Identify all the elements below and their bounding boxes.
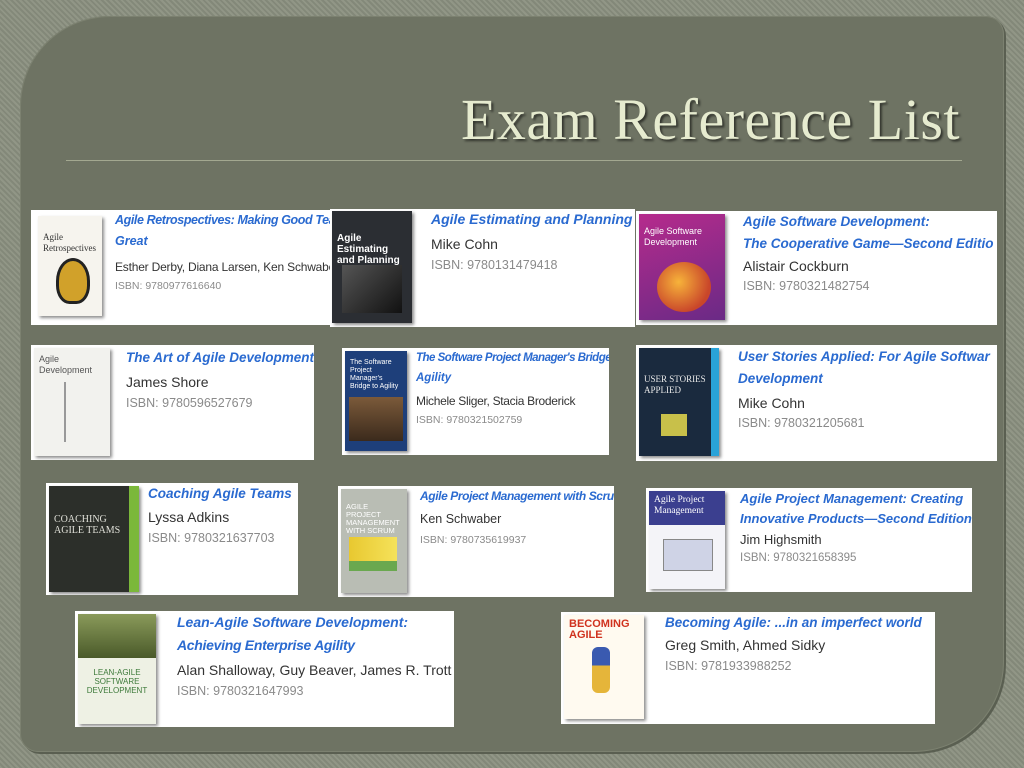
title-divider xyxy=(66,160,962,161)
book-card: LEAN-AGILE SOFTWARE DEVELOPMENT Lean-Agi… xyxy=(75,611,454,727)
book-cover-image: LEAN-AGILE SOFTWARE DEVELOPMENT xyxy=(78,614,156,724)
book-isbn: ISBN: 9780321205681 xyxy=(738,416,865,430)
cover-text: COACHING AGILE TEAMS xyxy=(54,514,121,536)
book-title-line1: Becoming Agile: ...in an imperfect world xyxy=(665,615,922,630)
book-authors: Alan Shalloway, Guy Beaver, James R. Tro… xyxy=(177,662,452,678)
book-isbn: ISBN: 9780596527679 xyxy=(126,396,253,410)
book-title-line1: Agile Retrospectives: Making Good Teams xyxy=(115,213,331,227)
book-cover-image: Agile Retrospectives xyxy=(38,216,102,316)
book-authors: Esther Derby, Diana Larsen, Ken Schwaber xyxy=(115,260,331,274)
book-card: Agile Project Management Agile Project M… xyxy=(646,488,972,592)
book-title-line1: Lean-Agile Software Development: xyxy=(177,614,409,630)
cover-text: Agile Retrospectives xyxy=(43,232,96,253)
book-authors: Mike Cohn xyxy=(431,236,498,252)
cover-text: Agile Estimating and Planning xyxy=(337,233,400,266)
book-cover-image: The Software Project Manager's Bridge to… xyxy=(345,351,407,451)
book-title-line1: Agile Project Management: Creating xyxy=(740,491,964,506)
cover-text: Agile Development xyxy=(39,354,93,375)
book-card: Agile Retrospectives Agile Retrospective… xyxy=(31,210,331,325)
book-card: USER STORIES APPLIED User Stories Applie… xyxy=(636,345,997,461)
book-isbn: ISBN: 9780131479418 xyxy=(431,258,558,272)
book-cover-image: COACHING AGILE TEAMS xyxy=(49,486,139,592)
book-title-line2: Achieving Enterprise Agility xyxy=(177,637,355,653)
book-card: AGILE PROJECT MANAGEMENT WITH SCRUM Agil… xyxy=(338,486,614,597)
book-card: COACHING AGILE TEAMS Coaching Agile Team… xyxy=(46,483,298,595)
book-isbn: ISBN: 9780977616640 xyxy=(115,280,222,292)
book-authors: Mike Cohn xyxy=(738,395,805,411)
book-title-line2: The Cooperative Game—Second Editio xyxy=(743,236,994,251)
book-title-line2: Great xyxy=(115,234,148,248)
book-title-line1: The Software Project Manager's Bridge to xyxy=(416,352,609,364)
book-cover-image: Agile Development xyxy=(34,348,110,456)
book-title-line1: Agile Software Development: xyxy=(743,214,930,229)
book-title-line1: Agile Estimating and Planning xyxy=(431,211,633,227)
book-isbn: ISBN: 9780321647993 xyxy=(177,684,304,698)
book-cover-image: Agile Software Development xyxy=(639,214,725,320)
book-card: Agile Development The Art of Agile Devel… xyxy=(31,345,314,460)
book-title-line1: Coaching Agile Teams xyxy=(148,486,292,501)
book-title-line2: Innovative Products—Second Edition xyxy=(740,511,972,526)
book-isbn: ISBN: 9780321637703 xyxy=(148,531,275,545)
slide-title: Exam Reference List xyxy=(460,87,960,152)
book-isbn: ISBN: 9780321482754 xyxy=(743,279,870,293)
book-card: Agile Software Development Agile Softwar… xyxy=(636,211,997,325)
book-card: The Software Project Manager's Bridge to… xyxy=(342,348,609,455)
book-authors: Michele Sliger, Stacia Broderick xyxy=(416,394,576,408)
book-authors: Alistair Cockburn xyxy=(743,258,849,274)
book-title-line1: User Stories Applied: For Agile Softwar xyxy=(738,349,990,364)
book-title-line1: The Art of Agile Development xyxy=(126,350,314,365)
book-cover-image: USER STORIES APPLIED xyxy=(639,348,719,456)
book-title-line2: Development xyxy=(738,371,823,386)
book-title-line2: Agility xyxy=(416,372,452,384)
book-cover-image: Agile Estimating and Planning xyxy=(332,211,412,323)
cover-text: LEAN-AGILE SOFTWARE DEVELOPMENT xyxy=(86,668,148,695)
book-isbn: ISBN: 9780321658395 xyxy=(740,552,857,564)
cover-text: BECOMING AGILE xyxy=(569,618,630,641)
book-isbn: ISBN: 9780735619937 xyxy=(420,534,527,546)
book-authors: Jim Highsmith xyxy=(740,532,822,547)
book-cover-image: AGILE PROJECT MANAGEMENT WITH SCRUM xyxy=(341,489,407,593)
book-card: BECOMING AGILE Becoming Agile: ...in an … xyxy=(561,612,935,724)
book-authors: Ken Schwaber xyxy=(420,512,502,526)
book-authors: Greg Smith, Ahmed Sidky xyxy=(665,637,826,653)
cover-text: Agile Software Development xyxy=(644,226,703,247)
book-authors: Lyssa Adkins xyxy=(148,509,230,525)
cover-text: AGILE PROJECT MANAGEMENT WITH SCRUM xyxy=(346,502,400,535)
book-isbn: ISBN: 9780321502759 xyxy=(416,414,523,426)
book-cover-image: Agile Project Management xyxy=(649,491,725,589)
book-cover-image: BECOMING AGILE xyxy=(564,615,644,719)
cover-text: Agile Project Management xyxy=(654,495,705,516)
book-card: Agile Estimating and Planning Agile Esti… xyxy=(330,209,635,327)
book-isbn: ISBN: 9781933988252 xyxy=(665,659,792,673)
cover-text: USER STORIES APPLIED xyxy=(644,374,706,395)
book-authors: James Shore xyxy=(126,374,209,390)
book-title-line1: Agile Project Management with Scrum xyxy=(420,489,614,503)
cover-text: The Software Project Manager's Bridge to… xyxy=(350,359,399,390)
